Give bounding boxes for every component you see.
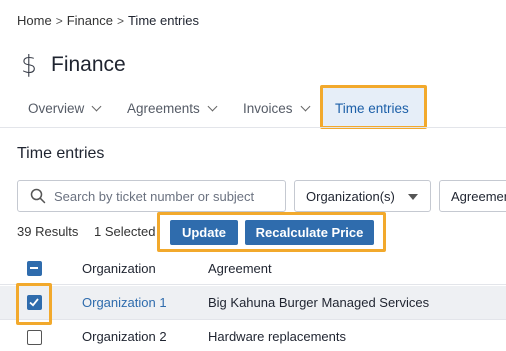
- search-placeholder: Search by ticket number or subject: [54, 188, 255, 204]
- table-header: Organization Agreement: [0, 252, 506, 285]
- agreement-cell: Hardware replacements: [208, 329, 347, 344]
- tab-time-entries[interactable]: Time entries: [335, 90, 409, 127]
- organization-cell: Organization 2: [82, 329, 167, 344]
- page-title: Finance: [51, 52, 126, 76]
- page-header: $ Finance: [21, 50, 126, 79]
- agreement-cell: Big Kahuna Burger Managed Services: [208, 295, 430, 310]
- tab-agreements-label: Agreements: [127, 101, 200, 116]
- breadcrumb-finance[interactable]: Finance: [67, 13, 113, 28]
- organization-filter-dropdown[interactable]: Organization(s): [294, 180, 431, 212]
- caret-down-icon: [408, 194, 418, 200]
- tab-time-entries-label: Time entries: [335, 101, 409, 116]
- tab-overview-label: Overview: [28, 101, 85, 116]
- search-input[interactable]: Search by ticket number or subject: [17, 180, 286, 212]
- results-count: 39 Results: [17, 224, 79, 239]
- column-header-agreement[interactable]: Agreement: [208, 261, 272, 276]
- checkbox-highlight-annotation: [16, 283, 52, 325]
- tab-overview[interactable]: Overview: [28, 90, 102, 127]
- select-all-checkbox[interactable]: [27, 261, 42, 276]
- breadcrumb-separator: >: [55, 13, 63, 28]
- table-row[interactable]: Organization 2 Hardware replacements: [0, 320, 506, 351]
- breadcrumb: Home > Finance > Time entries: [17, 13, 199, 28]
- chevron-down-icon: [300, 101, 310, 112]
- agreement-filter-dropdown[interactable]: Agreement: [439, 180, 506, 212]
- breadcrumb-current: Time entries: [127, 13, 200, 28]
- dollar-icon: $: [21, 50, 37, 79]
- agreement-filter-label: Agreement: [451, 188, 506, 204]
- selected-count: 1 Selected: [94, 224, 156, 239]
- tab-invoices[interactable]: Invoices: [243, 90, 310, 127]
- section-title: Time entries: [17, 145, 105, 162]
- search-icon: [30, 188, 46, 204]
- tab-agreements[interactable]: Agreements: [127, 90, 218, 127]
- table-row[interactable]: Organization 1 Big Kahuna Burger Managed…: [0, 286, 506, 320]
- row-checkbox[interactable]: [27, 330, 42, 345]
- organization-link[interactable]: Organization 1: [82, 295, 167, 310]
- recalculate-price-button[interactable]: Recalculate Price: [245, 220, 374, 245]
- chevron-down-icon: [91, 101, 102, 112]
- breadcrumb-separator: >: [116, 13, 124, 28]
- organization-filter-label: Organization(s): [306, 188, 395, 204]
- update-button[interactable]: Update: [170, 220, 238, 245]
- column-header-organization[interactable]: Organization: [82, 261, 156, 276]
- chevron-down-icon: [207, 101, 218, 112]
- tab-invoices-label: Invoices: [243, 101, 293, 116]
- tab-bar: Overview Agreements Invoices Time entrie…: [0, 90, 506, 128]
- breadcrumb-home[interactable]: Home: [17, 13, 52, 28]
